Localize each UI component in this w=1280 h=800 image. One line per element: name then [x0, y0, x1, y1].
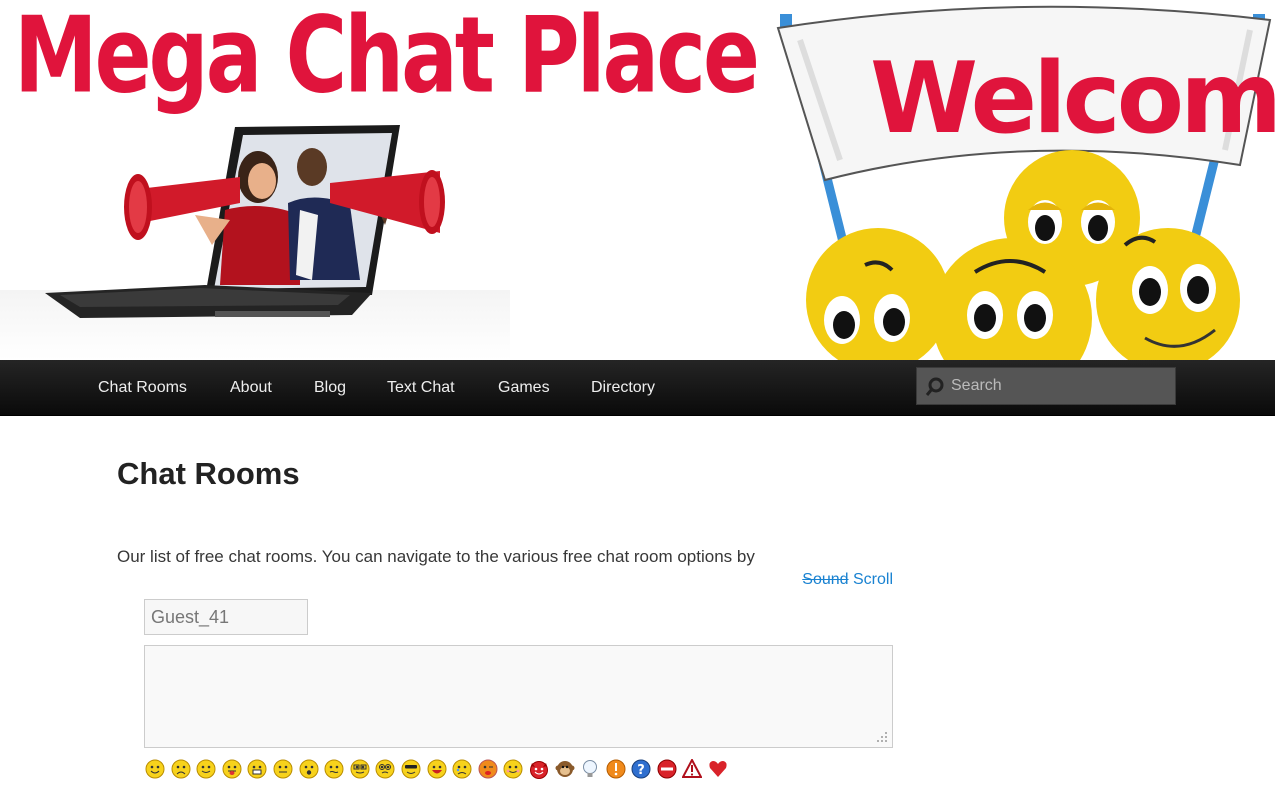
banner-welcome-text: Welcome [870, 42, 1280, 156]
shocked-icon[interactable] [299, 759, 319, 779]
monkey-icon[interactable] [555, 759, 575, 779]
welcome-smileys-illustration: Welcome [776, 5, 1280, 360]
question-icon[interactable]: ? [631, 759, 651, 779]
site-title[interactable]: Mega Chat Place [14, 0, 760, 117]
confused-icon[interactable] [324, 759, 344, 779]
page-title: Chat Rooms [117, 456, 300, 491]
svg-text:?: ? [638, 763, 646, 778]
intro-text: Our list of free chat rooms. You can nav… [117, 547, 755, 566]
emoticon-bar: ? [145, 759, 734, 781]
nav-item-text-chat[interactable]: Text Chat [387, 360, 455, 415]
wink-tongue-icon[interactable] [478, 759, 498, 779]
nav-item-blog[interactable]: Blog [314, 360, 346, 415]
cry-icon[interactable] [452, 759, 472, 779]
sidebar [945, 435, 1165, 565]
smile-icon[interactable] [145, 759, 165, 779]
warning-icon[interactable] [682, 759, 703, 779]
search-icon[interactable] [925, 377, 945, 397]
laugh-icon[interactable] [427, 759, 447, 779]
happy-icon[interactable] [196, 759, 216, 779]
blush-icon[interactable] [503, 759, 523, 779]
nav-item-about[interactable]: About [230, 360, 272, 415]
search-input[interactable] [951, 368, 1171, 404]
lightbulb-icon[interactable] [580, 759, 600, 779]
sound-toggle[interactable]: Sound [802, 571, 848, 588]
frown-icon[interactable] [171, 759, 191, 779]
username-field[interactable] [144, 599, 308, 635]
laptop-megaphone-illustration [0, 125, 510, 360]
grin-icon[interactable] [247, 759, 267, 779]
nav-item-chat-rooms[interactable]: Chat Rooms [98, 360, 187, 415]
cool-icon[interactable] [401, 759, 421, 779]
no-entry-icon[interactable] [657, 759, 677, 779]
chat-controls: Sound Scroll [802, 571, 893, 589]
neutral-icon[interactable] [273, 759, 293, 779]
site-header: Mega Chat Place Welcom [0, 0, 1280, 360]
exclamation-icon[interactable] [606, 759, 626, 779]
resize-grip-icon[interactable] [876, 731, 888, 743]
main-nav: Chat Rooms About Blog Text Chat Games Di… [0, 360, 1275, 416]
nerd-icon[interactable] [350, 759, 370, 779]
devil-icon[interactable] [529, 759, 549, 779]
nav-item-directory[interactable]: Directory [591, 360, 655, 415]
message-input[interactable] [144, 645, 893, 748]
heart-icon[interactable] [708, 759, 728, 779]
scroll-toggle[interactable]: Scroll [853, 571, 893, 588]
nav-item-games[interactable]: Games [498, 360, 550, 415]
tongue-icon[interactable] [222, 759, 242, 779]
search-box [916, 367, 1176, 405]
dizzy-icon[interactable] [375, 759, 395, 779]
